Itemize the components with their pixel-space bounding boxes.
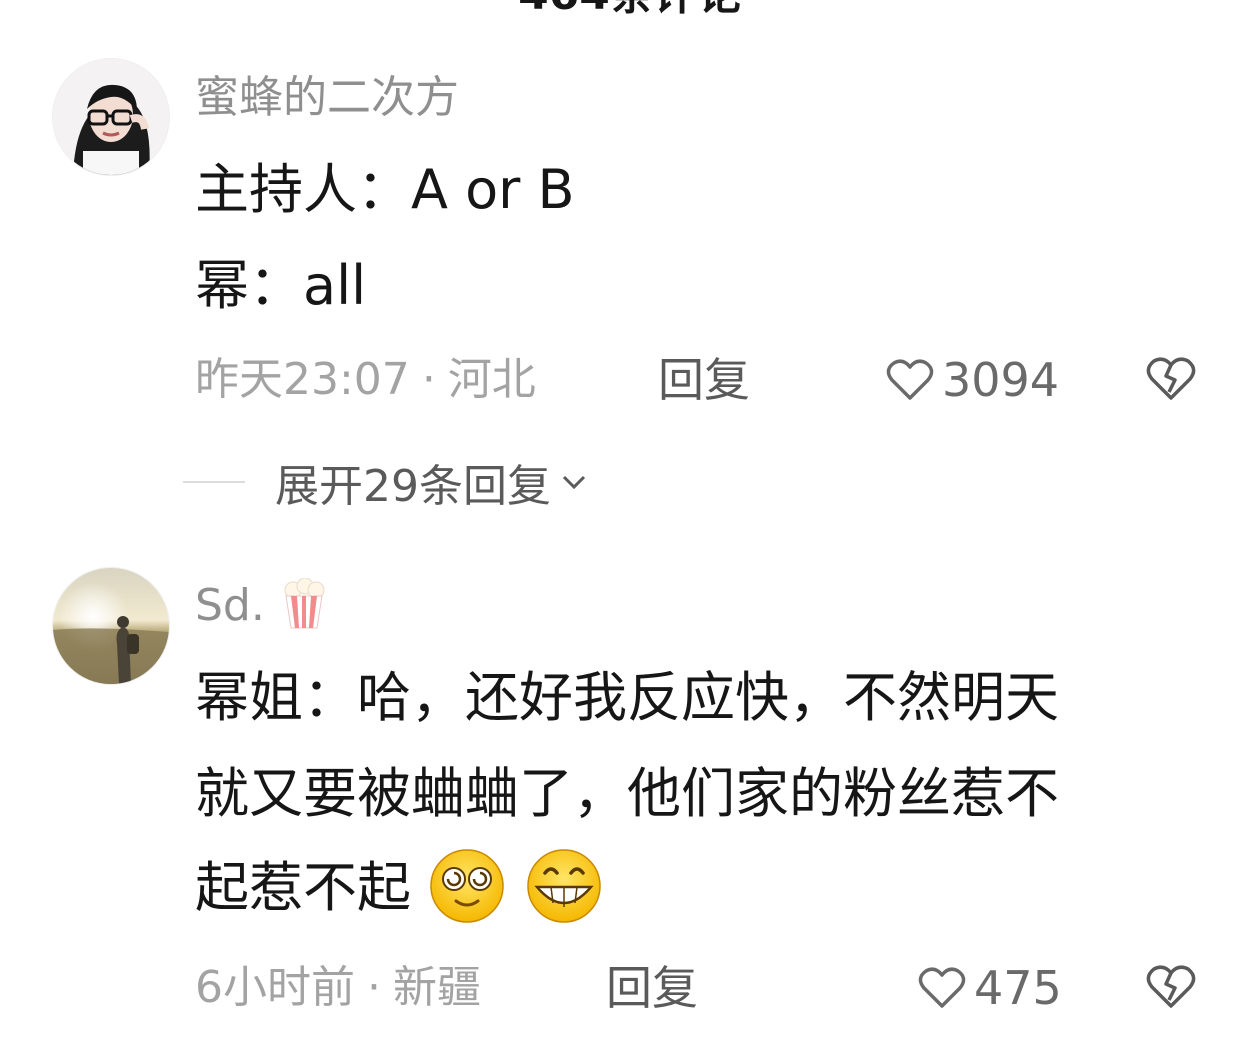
reply-button[interactable]: 回复 [606,960,698,1016]
like-button[interactable]: 3094 [886,352,1059,408]
divider-line [183,481,245,483]
broken-heart-icon [1146,965,1196,1008]
heart-outline-icon [918,967,966,1008]
grinning-emoji [527,849,602,924]
comment-location: 河北 [447,354,536,405]
comment-location: 新疆 [393,962,481,1013]
comment-text-line: 就又要被蛐蛐了，他们家的粉丝惹不 [195,762,1059,825]
dislike-button[interactable] [1145,356,1197,406]
comment-meta: 昨天23:07 · 河北 [195,352,536,408]
comment-time: 昨天23:07 [195,354,410,405]
username-text: Sd. [195,580,265,631]
comment-username[interactable]: Sd. [195,578,327,634]
meta-separator: · [421,354,436,405]
comment-text-line: 幂：all [195,254,367,317]
comment-username[interactable]: 蜜蜂的二次方 [195,70,459,126]
comments-count-title: 464条评论 [0,0,1260,20]
expand-replies-button[interactable]: 展开29条回复 [183,452,589,512]
dislike-button[interactable] [1145,964,1197,1014]
comment-meta: 6小时前 · 新疆 [195,960,481,1016]
like-count: 475 [974,961,1062,1015]
expand-replies-label: 展开29条回复 [275,461,551,512]
comment-text-line: 起惹不起 [195,856,411,919]
heart-outline-icon [886,359,934,400]
comment-text-line: 幂姐：哈，还好我反应快，不然明天 [195,666,1059,729]
like-count: 3094 [942,353,1060,407]
reply-button[interactable]: 回复 [658,352,750,408]
comment-time: 6小时前 [195,962,355,1013]
dizzy-eyes-emoji [430,849,504,924]
popcorn-icon [284,578,325,629]
meta-separator: · [367,962,381,1013]
avatar[interactable] [52,567,170,685]
broken-heart-icon [1146,357,1196,400]
chevron-down-icon [562,475,586,490]
comment-text-line: 主持人：A or B [195,158,575,221]
like-button[interactable]: 475 [918,960,1062,1016]
comment-text-line-with-emojis: 起惹不起 [195,849,605,925]
avatar[interactable] [52,58,170,176]
